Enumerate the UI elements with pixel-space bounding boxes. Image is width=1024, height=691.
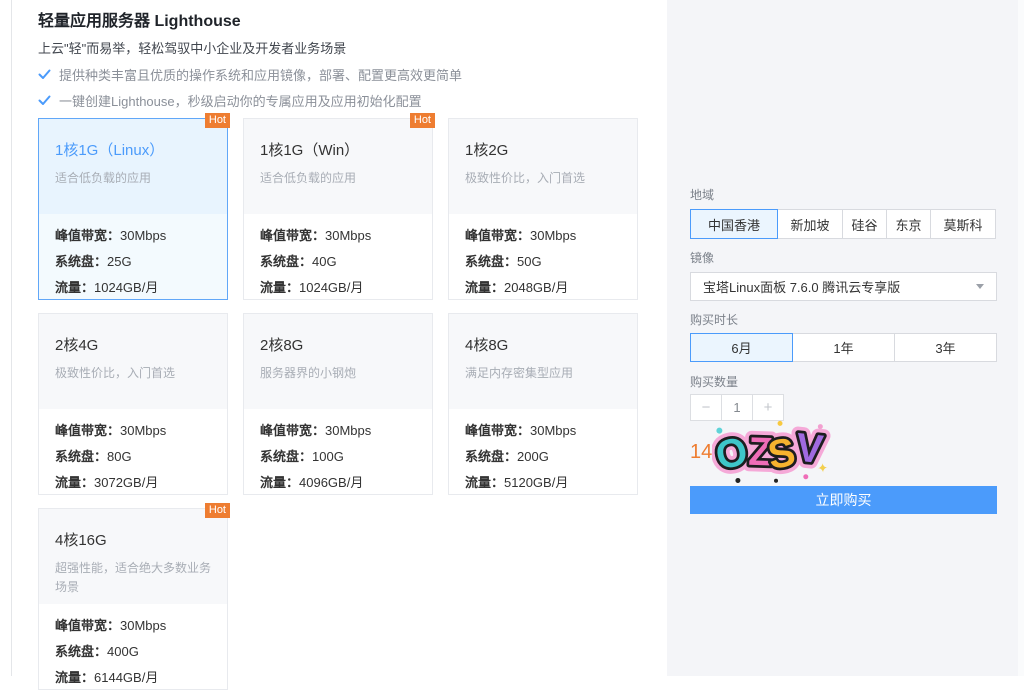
image-select[interactable]: 宝塔Linux面板 7.6.0 腾讯云专享版 xyxy=(690,272,997,301)
quantity-value[interactable]: 1 xyxy=(721,394,753,421)
spec-traffic: 流量：6144GB/月 xyxy=(55,665,211,691)
plan-desc: 超强性能，适合绝大多数业务场景 xyxy=(55,559,211,597)
page-title: 轻量应用服务器 Lighthouse xyxy=(38,7,241,31)
feature-text: 提供种类丰富且优质的操作系统和应用镜像，部署、配置更高效更简单 xyxy=(59,65,462,84)
buy-now-button[interactable]: 立即购买 xyxy=(690,486,997,514)
plan-card-4c16g[interactable]: Hot 4核16G 超强性能，适合绝大多数业务场景 峰值带宽：30Mbps 系统… xyxy=(38,508,228,690)
image-select-value: 宝塔Linux面板 7.6.0 腾讯云专享版 xyxy=(703,277,900,296)
plan-desc: 满足内存密集型应用 xyxy=(465,364,621,383)
region-group: 中国香港 新加坡 硅谷 东京 莫斯科 xyxy=(690,209,996,239)
spec-bandwidth: 峰值带宽：30Mbps xyxy=(465,418,621,444)
purchase-panel: 地域 中国香港 新加坡 硅谷 东京 莫斯科 镜像 宝塔Linux面板 7.6.0… xyxy=(667,0,1024,676)
plan-title: 2核8G xyxy=(260,334,416,355)
svg-text:✦: ✦ xyxy=(817,460,829,476)
quantity-label: 购买数量 xyxy=(690,373,738,390)
plan-card-1c1g-linux[interactable]: Hot 1核1G（Linux） 适合低负载的应用 峰值带宽：30Mbps 系统盘… xyxy=(38,118,228,300)
spec-disk: 系统盘：50G xyxy=(465,249,621,275)
plan-title: 1核2G xyxy=(465,139,621,160)
spec-bandwidth: 峰值带宽：30Mbps xyxy=(55,223,211,249)
scrollbar-track[interactable] xyxy=(1018,0,1024,676)
left-edge-divider xyxy=(11,0,12,676)
region-option-moscow[interactable]: 莫斯科 xyxy=(930,209,996,239)
spec-traffic: 流量：5120GB/月 xyxy=(465,470,621,496)
hot-badge: Hot xyxy=(205,113,230,128)
spec-disk: 系统盘：25G xyxy=(55,249,211,275)
spec-bandwidth: 峰值带宽：30Mbps xyxy=(55,418,211,444)
plan-card-1c2g[interactable]: 1核2G 极致性价比，入门首选 峰值带宽：30Mbps 系统盘：50G 流量：2… xyxy=(448,118,638,300)
image-label: 镜像 xyxy=(690,249,714,266)
spec-disk: 系统盘：200G xyxy=(465,444,621,470)
plan-grid: Hot 1核1G（Linux） 适合低负载的应用 峰值带宽：30Mbps 系统盘… xyxy=(38,118,638,690)
plan-title: 1核1G（Win） xyxy=(260,139,416,160)
hot-badge: Hot xyxy=(410,113,435,128)
minus-button[interactable]: − xyxy=(690,394,722,421)
svg-text:OZSV: OZSV xyxy=(712,423,829,482)
spec-disk: 系统盘：80G xyxy=(55,444,211,470)
spec-disk: 系统盘：100G xyxy=(260,444,416,470)
region-option-siliconvalley[interactable]: 硅谷 xyxy=(842,209,887,239)
spec-disk: 系统盘：40G xyxy=(260,249,416,275)
duration-option-1y[interactable]: 1年 xyxy=(792,333,895,362)
spec-bandwidth: 峰值带宽：30Mbps xyxy=(260,223,416,249)
spec-bandwidth: 峰值带宽：30Mbps xyxy=(55,613,211,639)
plus-button[interactable]: + xyxy=(752,394,784,421)
duration-option-6m[interactable]: 6月 xyxy=(690,333,793,362)
region-option-singapore[interactable]: 新加坡 xyxy=(777,209,843,239)
captcha-sticker-image: OZSV OZSV ✦ xyxy=(712,420,832,484)
region-option-tokyo[interactable]: 东京 xyxy=(886,209,931,239)
region-option-hongkong[interactable]: 中国香港 xyxy=(690,209,778,239)
spec-traffic: 流量：2048GB/月 xyxy=(465,275,621,301)
check-icon xyxy=(38,95,51,106)
chevron-down-icon xyxy=(976,284,984,289)
plan-card-4c8g[interactable]: 4核8G 满足内存密集型应用 峰值带宽：30Mbps 系统盘：200G 流量：5… xyxy=(448,313,638,495)
plan-title: 2核4G xyxy=(55,334,211,355)
plan-card-1c1g-win[interactable]: Hot 1核1G（Win） 适合低负载的应用 峰值带宽：30Mbps 系统盘：4… xyxy=(243,118,433,300)
spec-bandwidth: 峰值带宽：30Mbps xyxy=(465,223,621,249)
hot-badge: Hot xyxy=(205,503,230,518)
plan-card-2c4g[interactable]: 2核4G 极致性价比，入门首选 峰值带宽：30Mbps 系统盘：80G 流量：3… xyxy=(38,313,228,495)
region-label: 地域 xyxy=(690,186,714,203)
spec-traffic: 流量：4096GB/月 xyxy=(260,470,416,496)
feature-item: 一键创建Lighthouse，秒级启动你的专属应用及应用初始化配置 xyxy=(38,91,422,110)
plan-desc: 极致性价比，入门首选 xyxy=(465,169,621,188)
plan-card-2c8g[interactable]: 2核8G 服务器界的小钢炮 峰值带宽：30Mbps 系统盘：100G 流量：40… xyxy=(243,313,433,495)
plan-desc: 极致性价比，入门首选 xyxy=(55,364,211,383)
plan-title: 4核16G xyxy=(55,529,211,550)
plan-title: 1核1G（Linux） xyxy=(55,139,211,160)
spec-traffic: 流量：3072GB/月 xyxy=(55,470,211,496)
spec-disk: 系统盘：400G xyxy=(55,639,211,665)
spec-traffic: 流量：1024GB/月 xyxy=(55,275,211,301)
page-subtitle: 上云"轻"而易举，轻松驾驭中小企业及开发者业务场景 xyxy=(38,38,346,57)
duration-option-3y[interactable]: 3年 xyxy=(894,333,997,362)
plan-desc: 服务器界的小钢炮 xyxy=(260,364,416,383)
check-icon xyxy=(38,69,51,80)
plan-desc: 适合低负载的应用 xyxy=(260,169,416,188)
plan-desc: 适合低负载的应用 xyxy=(55,169,211,188)
duration-label: 购买时长 xyxy=(690,311,738,328)
duration-group: 6月 1年 3年 xyxy=(690,333,997,362)
feature-item: 提供种类丰富且优质的操作系统和应用镜像，部署、配置更高效更简单 xyxy=(38,65,462,84)
spec-bandwidth: 峰值带宽：30Mbps xyxy=(260,418,416,444)
quantity-stepper: − 1 + xyxy=(690,394,784,421)
spec-traffic: 流量：1024GB/月 xyxy=(260,275,416,301)
plan-title: 4核8G xyxy=(465,334,621,355)
feature-text: 一键创建Lighthouse，秒级启动你的专属应用及应用初始化配置 xyxy=(59,91,422,110)
